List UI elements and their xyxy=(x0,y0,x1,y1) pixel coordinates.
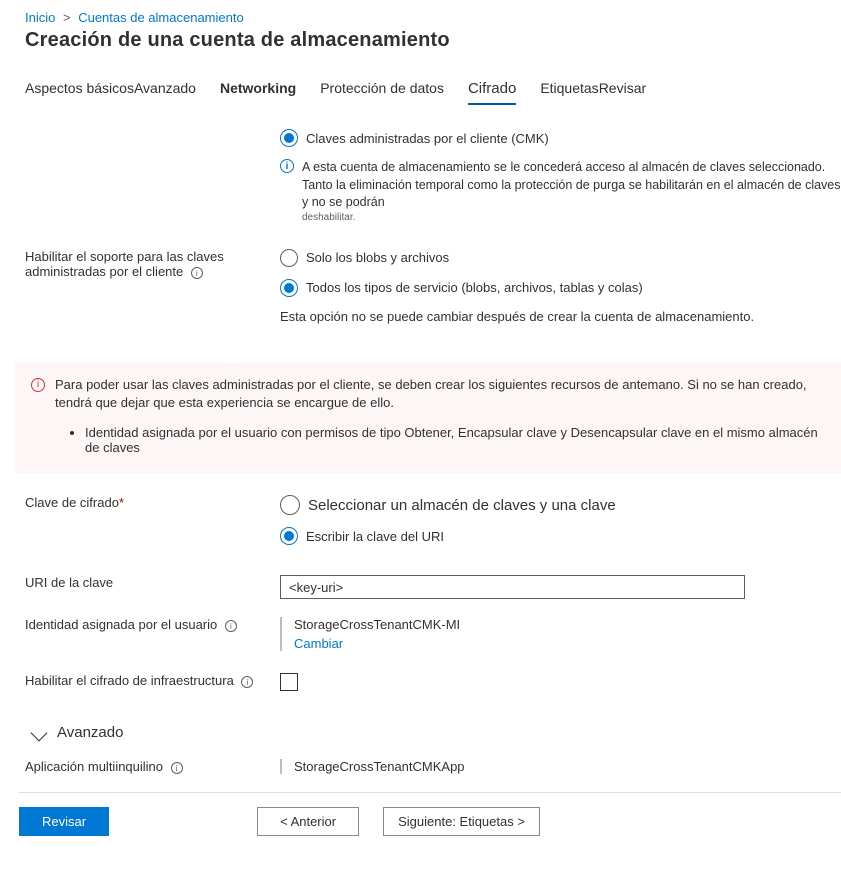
advanced-label: Avanzado xyxy=(57,724,123,741)
user-identity-label: Identidad asignada por el usuario xyxy=(25,617,217,632)
info-icon[interactable]: i xyxy=(171,762,183,774)
radio-icon-checked xyxy=(280,527,298,545)
tab-networking[interactable]: Networking xyxy=(220,80,296,105)
tab-tags[interactable]: Etiquetas xyxy=(540,80,598,105)
radio-all-services-label: Todos los tipos de servicio (blobs, arch… xyxy=(306,280,643,295)
radio-enter-uri-label: Escribir la clave del URI xyxy=(306,529,444,544)
previous-button[interactable]: < Anterior xyxy=(257,807,359,836)
radio-select-vault[interactable]: Seleccionar un almacén de claves y una c… xyxy=(280,495,841,515)
radio-icon xyxy=(280,495,300,515)
tab-advanced[interactable]: Avanzado xyxy=(134,80,196,105)
multi-tenant-label: Aplicación multiinquilino xyxy=(25,759,163,774)
identity-value: StorageCrossTenantCMK-MI xyxy=(294,617,841,632)
tab-review[interactable]: Revisar xyxy=(599,80,646,105)
key-uri-label: URI de la clave xyxy=(25,575,280,599)
encryption-key-label: Clave de cifrado xyxy=(25,495,119,510)
info-icon[interactable]: i xyxy=(241,676,253,688)
enable-cmk-subnote: Esta opción no se puede cambiar después … xyxy=(280,309,841,324)
radio-cmk-label: Claves administradas por el cliente (CMK… xyxy=(306,131,549,146)
infra-encryption-label: Habilitar el cifrado de infraestructura xyxy=(25,673,234,688)
chevron-down-icon xyxy=(31,724,48,741)
radio-select-vault-label: Seleccionar un almacén de claves y una c… xyxy=(308,497,616,514)
info-icon[interactable]: i xyxy=(191,267,203,279)
radio-all-services[interactable]: Todos los tipos de servicio (blobs, arch… xyxy=(280,279,841,297)
info-icon[interactable]: i xyxy=(225,620,237,632)
tab-encryption[interactable]: Cifrado xyxy=(468,80,516,105)
tabs: Aspectos básicos Avanzado Networking Pro… xyxy=(25,80,841,105)
radio-enter-uri[interactable]: Escribir la clave del URI xyxy=(280,527,841,545)
identity-change-link[interactable]: Cambiar xyxy=(294,636,343,651)
tab-data-protection[interactable]: Protección de datos xyxy=(320,80,444,105)
radio-icon-checked xyxy=(280,129,298,147)
breadcrumb: Inicio > Cuentas de almacenamiento xyxy=(25,10,841,25)
breadcrumb-separator: > xyxy=(63,10,71,25)
cmk-note-tail: deshabilitar. xyxy=(302,212,841,223)
radio-icon-checked xyxy=(280,279,298,297)
breadcrumb-storage[interactable]: Cuentas de almacenamiento xyxy=(78,10,244,25)
warning-block: i Para poder usar las claves administrad… xyxy=(15,362,841,474)
radio-icon xyxy=(280,249,298,267)
tab-basics[interactable]: Aspectos básicos xyxy=(25,80,134,105)
next-button[interactable]: Siguiente: Etiquetas > xyxy=(383,807,540,836)
warning-bullet: Identidad asignada por el usuario con pe… xyxy=(85,425,835,455)
advanced-toggle[interactable]: Avanzado xyxy=(33,724,841,741)
footer: Revisar < Anterior Siguiente: Etiquetas … xyxy=(19,792,841,836)
review-button[interactable]: Revisar xyxy=(19,807,109,836)
infra-encryption-checkbox[interactable] xyxy=(280,673,298,691)
key-uri-input[interactable] xyxy=(280,575,745,599)
multi-tenant-value: StorageCrossTenantCMKApp xyxy=(280,759,841,774)
radio-cmk[interactable]: Claves administradas por el cliente (CMK… xyxy=(280,129,841,147)
cmk-note: A esta cuenta de almacenamiento se le co… xyxy=(302,159,841,212)
breadcrumb-home[interactable]: Inicio xyxy=(25,10,55,25)
warning-icon: i xyxy=(31,378,45,392)
radio-blobs-files[interactable]: Solo los blobs y archivos xyxy=(280,249,841,267)
info-icon: i xyxy=(280,159,294,173)
warning-text: Para poder usar las claves administradas… xyxy=(55,376,835,414)
radio-blobs-files-label: Solo los blobs y archivos xyxy=(306,250,449,265)
page-title: Creación de una cuenta de almacenamiento xyxy=(25,29,841,52)
